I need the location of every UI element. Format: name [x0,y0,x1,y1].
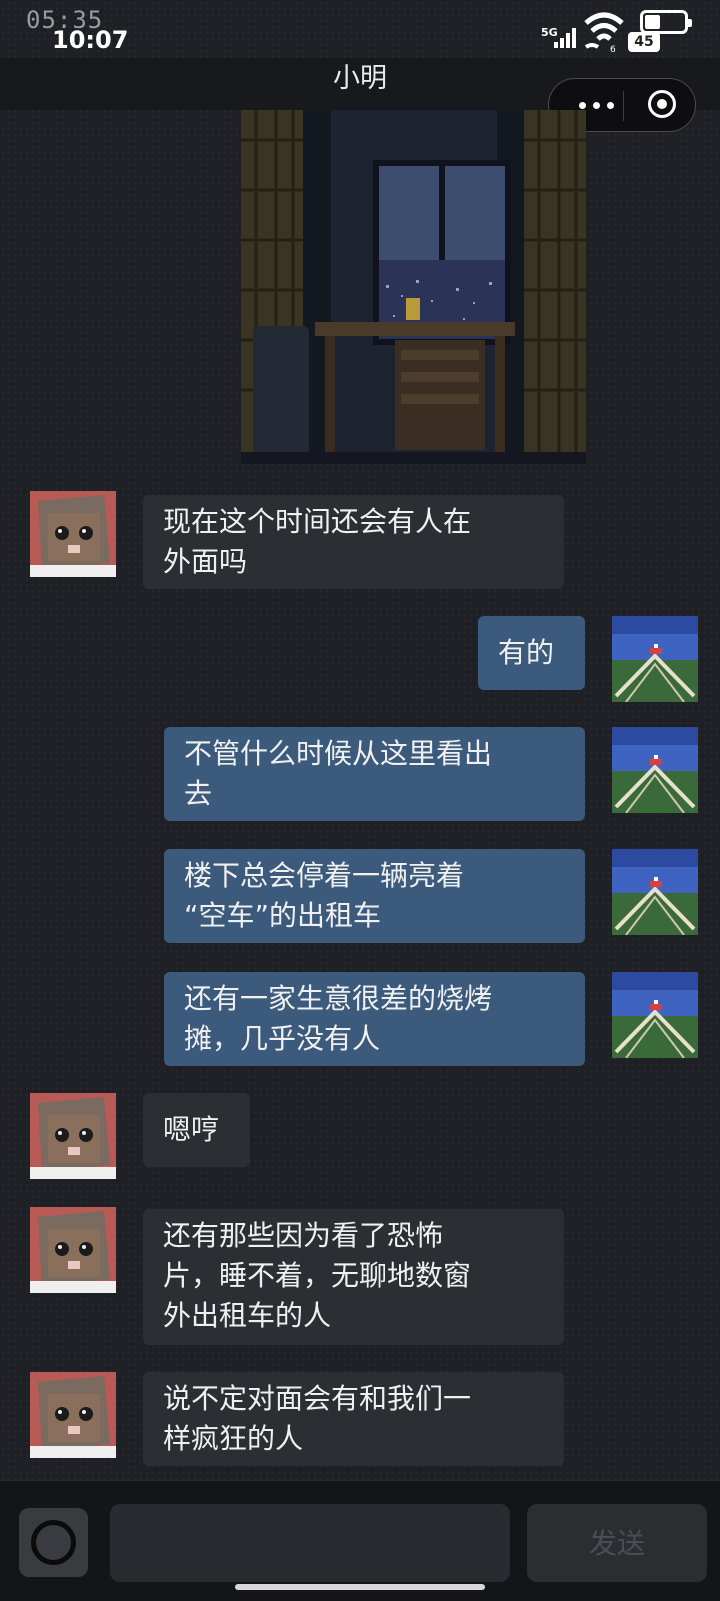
message-text: 说不定对面会有和我们一 [163,1382,472,1415]
camera-button[interactable] [19,1508,88,1577]
cat-avatar-icon[interactable] [30,1093,116,1179]
message-text: 样疯狂的人 [163,1422,304,1455]
message-bubble[interactable]: 有的 [478,616,585,690]
landscape-avatar-icon[interactable] [612,727,698,813]
room-window-photo[interactable] [241,110,586,464]
message-input[interactable] [110,1504,510,1582]
battery-icon [640,10,692,34]
message-text: “空车”的出租车 [184,899,382,932]
message-text: 外面吗 [163,545,248,578]
cat-avatar-icon[interactable] [30,1207,116,1293]
message-text: 还有一家生意很差的烧烤 [184,982,493,1015]
message-bubble[interactable]: 还有一家生意很差的烧烤 摊，几乎没有人 [164,972,585,1066]
message-text: 现在这个时间还会有人在 [163,505,472,538]
message-bubble[interactable]: 楼下总会停着一辆亮着 “空车”的出租车 [164,849,585,943]
message-text: 还有那些因为看了恐怖 [163,1219,444,1252]
signal-icon [554,28,576,48]
status-clock: 10:07 [52,26,129,54]
message-text: 外出租车的人 [163,1299,332,1332]
landscape-avatar-icon[interactable] [612,616,698,702]
message-text: 片，睡不着，无聊地数窗 [163,1259,472,1292]
message-text: 去 [184,777,213,810]
battery-level: 45 [628,32,660,52]
camera-icon [31,1520,76,1565]
target-circle-icon[interactable] [648,90,676,118]
battery-fill [645,15,660,29]
cat-avatar-icon[interactable] [30,491,116,577]
wifi-icon: 6 [584,12,624,53]
cat-avatar-icon[interactable] [30,1372,116,1458]
landscape-avatar-icon[interactable] [612,972,698,1058]
message-bubble[interactable]: 说不定对面会有和我们一 样疯狂的人 [143,1372,564,1466]
message-bubble[interactable]: 不管什么时候从这里看出 去 [164,727,585,821]
message-bubble[interactable]: 还有那些因为看了恐怖 片，睡不着，无聊地数窗 外出租车的人 [143,1209,564,1345]
message-text: 楼下总会停着一辆亮着 [184,859,465,892]
home-indicator[interactable] [235,1584,485,1590]
message-text: 不管什么时候从这里看出 [184,737,493,770]
message-text: 嗯哼 [163,1113,220,1146]
svg-text:6: 6 [610,45,616,53]
status-bar: 05:35 10:07 5G 6 45 [0,0,720,58]
send-button[interactable]: 发送 [527,1504,707,1582]
landscape-avatar-icon[interactable] [612,849,698,935]
message-bubble[interactable]: 现在这个时间还会有人在 外面吗 [143,495,564,589]
message-text: 有的 [498,636,555,669]
message-text: 摊，几乎没有人 [184,1022,381,1055]
message-bubble[interactable]: 嗯哼 [143,1093,250,1167]
